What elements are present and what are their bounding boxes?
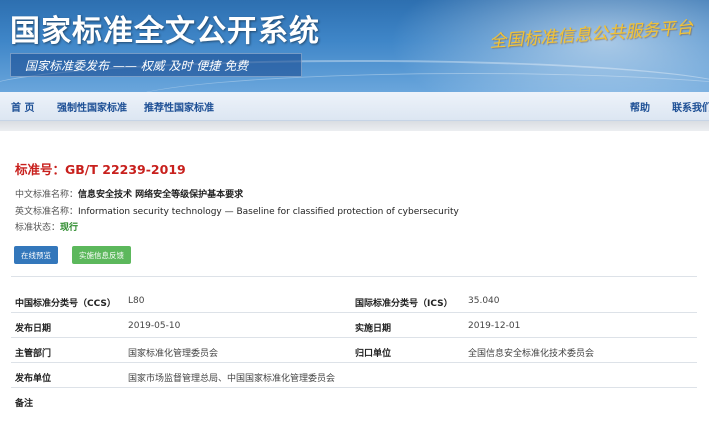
dept-label: 主管部门 <box>15 349 52 359</box>
publish-date-value: 2019-05-10 <box>128 321 181 331</box>
central-unit-label: 归口单位 <box>355 349 392 359</box>
main-nav: 首 页 强制性国家标准 推荐性国家标准 帮助 联系我们 <box>0 92 709 121</box>
feedback-button[interactable]: 实施信息反馈 <box>72 246 131 264</box>
slogan-text: 国家标准委发布 —— 权威 及时 便捷 免费 <box>25 59 249 73</box>
ccs-value: L80 <box>128 296 145 306</box>
row-divider <box>11 337 697 338</box>
row-divider <box>11 362 697 363</box>
status-row: 标准状态：现行 <box>15 220 78 233</box>
divider <box>11 276 697 277</box>
standard-number: 标准号：GB/T 22239-2019 <box>15 159 186 178</box>
en-name-label: 英文标准名称： <box>15 207 79 217</box>
impl-date-value: 2019-12-01 <box>468 321 521 331</box>
standard-number-label: 标准号： <box>15 162 66 177</box>
en-name-value: Information security technology — Baseli… <box>78 207 459 217</box>
row-divider <box>11 387 697 388</box>
slogan-bar: 国家标准委发布 —— 权威 及时 便捷 免费 <box>10 53 302 77</box>
nav-subbar <box>0 121 709 131</box>
publish-date-label: 发布日期 <box>15 324 52 334</box>
online-preview-button[interactable]: 在线预览 <box>14 246 58 264</box>
site-title: 国家标准全文公开系统 <box>10 14 320 49</box>
central-unit-value: 全国信息安全标准化技术委员会 <box>468 349 595 359</box>
status-badge: 现行 <box>60 223 79 233</box>
standard-number-value: GB/T 22239-2019 <box>65 162 186 177</box>
nav-recommended-standards[interactable]: 推荐性国家标准 <box>144 99 214 114</box>
ics-label: 国际标准分类号（ICS） <box>355 299 453 309</box>
cn-name-row: 中文标准名称：信息安全技术 网络安全等级保护基本要求 <box>15 187 243 200</box>
remarks-label: 备注 <box>15 399 34 409</box>
cn-name-value: 信息安全技术 网络安全等级保护基本要求 <box>78 190 244 200</box>
nav-help[interactable]: 帮助 <box>630 99 650 114</box>
site-banner: 国家标准全文公开系统 国家标准委发布 —— 权威 及时 便捷 免费 全国标准信息… <box>0 0 709 92</box>
issuer-value: 国家市场监督管理总局、中国国家标准化管理委员会 <box>128 374 336 384</box>
issuer-label: 发布单位 <box>15 374 52 384</box>
nav-home[interactable]: 首 页 <box>11 99 34 114</box>
impl-date-label: 实施日期 <box>355 324 392 334</box>
row-divider <box>11 312 697 313</box>
nav-contact[interactable]: 联系我们 <box>672 99 709 114</box>
en-name-row: 英文标准名称：Information security technology —… <box>15 204 459 217</box>
ccs-label: 中国标准分类号（CCS） <box>15 299 116 309</box>
cn-name-label: 中文标准名称： <box>15 190 79 200</box>
ics-value: 35.040 <box>468 296 500 306</box>
nav-mandatory-standards[interactable]: 强制性国家标准 <box>57 99 127 114</box>
dept-value: 国家标准化管理委员会 <box>128 349 219 359</box>
status-label: 标准状态： <box>15 223 61 233</box>
